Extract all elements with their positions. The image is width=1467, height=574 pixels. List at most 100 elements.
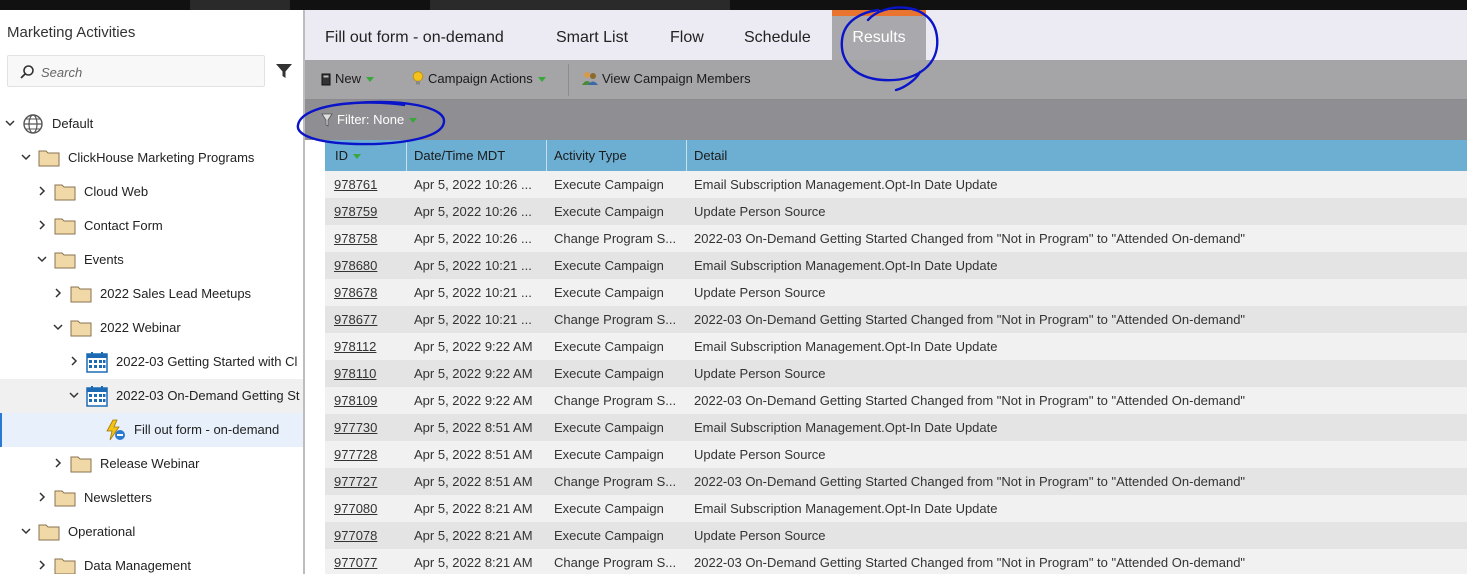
cell-detail: 2022-03 On-Demand Getting Started Change… (694, 312, 1246, 327)
chevron-down-icon[interactable] (20, 525, 32, 537)
tree-item[interactable]: 2022-03 On-Demand Getting St (0, 379, 303, 413)
activity-id-link[interactable]: 978678 (334, 285, 377, 300)
tree-item[interactable]: Data Management (0, 549, 303, 574)
column-header-id[interactable]: ID (335, 148, 361, 163)
view-campaign-members-button[interactable]: View Campaign Members (582, 71, 751, 86)
activity-id-link[interactable]: 977727 (334, 474, 377, 489)
activity-id-link[interactable]: 977730 (334, 420, 377, 435)
table-row[interactable]: 978761 Apr 5, 2022 10:26 ... Execute Campa… (325, 171, 1467, 198)
folder-icon (70, 453, 92, 475)
cell-datetime: Apr 5, 2022 8:51 AM (414, 447, 533, 462)
activity-id-link[interactable]: 978758 (334, 231, 377, 246)
new-button[interactable]: New (321, 71, 375, 86)
view-campaign-members-label: View Campaign Members (602, 71, 751, 86)
people-icon (582, 72, 598, 85)
chevron-down-icon[interactable] (4, 117, 16, 129)
column-header-activity-type[interactable]: Activity Type (554, 148, 627, 163)
activity-id-link[interactable]: 978759 (334, 204, 377, 219)
cell-datetime: Apr 5, 2022 8:51 AM (414, 474, 533, 489)
chevron-down-icon[interactable] (68, 389, 80, 401)
tree-item-label: 2022-03 On-Demand Getting St (116, 388, 300, 403)
chevron-down-icon[interactable] (36, 253, 48, 265)
chevron-down-icon[interactable] (20, 151, 32, 163)
tab-smart-list[interactable]: Smart List (556, 10, 628, 60)
tree-item[interactable]: Default (0, 107, 303, 141)
campaign-actions-button[interactable]: Campaign Actions (412, 71, 546, 86)
tree-item[interactable]: 2022 Webinar (0, 311, 303, 345)
search-input[interactable] (41, 62, 256, 82)
tab-campaign-name[interactable]: Fill out form - on-demand (325, 10, 504, 60)
search-icon (20, 65, 34, 79)
tree-item[interactable]: Events (0, 243, 303, 277)
tree-item-label: 2022 Sales Lead Meetups (100, 286, 252, 301)
activity-id-link[interactable]: 978680 (334, 258, 377, 273)
tree-item-label: Events (84, 252, 124, 267)
tree-item[interactable]: ClickHouse Marketing Programs (0, 141, 303, 175)
table-row[interactable]: 977728 Apr 5, 2022 8:51 AM Execute Campaig… (325, 441, 1467, 468)
tab-schedule[interactable]: Schedule (744, 10, 811, 60)
table-row[interactable]: 977727 Apr 5, 2022 8:51 AM Change Program … (325, 468, 1467, 495)
table-row[interactable]: 978677 Apr 5, 2022 10:21 ... Change Progra… (325, 306, 1467, 333)
cell-activity-type: Execute Campaign (554, 447, 664, 462)
table-row[interactable]: 978112 Apr 5, 2022 9:22 AM Execute Campaig… (325, 333, 1467, 360)
column-divider (546, 140, 547, 171)
tab-results[interactable]: Results (832, 10, 926, 60)
tree-item[interactable]: 2022 Sales Lead Meetups (0, 277, 303, 311)
table-row[interactable]: 978109 Apr 5, 2022 9:22 AM Change Program … (325, 387, 1467, 414)
chevron-right-icon[interactable] (36, 491, 48, 503)
toolbar: New Campaign Actions View Campaign Membe… (305, 60, 1467, 100)
sort-arrow-icon (353, 154, 361, 159)
table-row[interactable]: 977730 Apr 5, 2022 8:51 AM Execute Campaig… (325, 414, 1467, 441)
filter-icon[interactable] (274, 61, 294, 81)
chevron-right-icon[interactable] (52, 287, 64, 299)
tree-item[interactable]: Operational (0, 515, 303, 549)
activity-id-link[interactable]: 977078 (334, 528, 377, 543)
table-row[interactable]: 978680 Apr 5, 2022 10:21 ... Execute Campa… (325, 252, 1467, 279)
filter-dropdown[interactable]: Filter: None (321, 112, 418, 127)
cell-detail: 2022-03 On-Demand Getting Started Change… (694, 555, 1246, 570)
cell-activity-type: Execute Campaign (554, 285, 664, 300)
globe-icon (22, 113, 44, 135)
chevron-down-icon[interactable] (52, 321, 64, 333)
tree-item[interactable]: Fill out form - on-demand (0, 413, 303, 447)
folder-icon (54, 181, 76, 203)
table-row[interactable]: 977077 Apr 5, 2022 8:21 AM Change Program … (325, 549, 1467, 574)
cell-datetime: Apr 5, 2022 10:21 ... (414, 258, 532, 273)
activity-id-link[interactable]: 978677 (334, 312, 377, 327)
tree-item[interactable]: Newsletters (0, 481, 303, 515)
search-box[interactable] (7, 55, 265, 87)
activity-id-link[interactable]: 977728 (334, 447, 377, 462)
activity-id-link[interactable]: 977077 (334, 555, 377, 570)
tree-item[interactable]: Cloud Web (0, 175, 303, 209)
tree-item[interactable]: Contact Form (0, 209, 303, 243)
table-row[interactable]: 977078 Apr 5, 2022 8:21 AM Execute Campaig… (325, 522, 1467, 549)
results-table: ID Date/Time MDT Activity Type Detail 97… (325, 140, 1467, 574)
chevron-right-icon[interactable] (36, 185, 48, 197)
activity-id-link[interactable]: 977080 (334, 501, 377, 516)
table-row[interactable]: 978110 Apr 5, 2022 9:22 AM Execute Campaig… (325, 360, 1467, 387)
activity-id-link[interactable]: 978112 (334, 339, 376, 354)
cell-activity-type: Execute Campaign (554, 204, 664, 219)
tab-flow[interactable]: Flow (670, 10, 704, 60)
chevron-right-icon[interactable] (36, 559, 48, 571)
tab-bar: Fill out form - on-demand Smart List Flo… (305, 10, 1467, 60)
tree-item-label: Default (52, 116, 94, 131)
folder-icon (54, 487, 76, 509)
activity-id-link[interactable]: 978110 (334, 366, 376, 381)
table-row[interactable]: 978758 Apr 5, 2022 10:26 ... Change Progra… (325, 225, 1467, 252)
dropdown-arrow-icon (366, 77, 375, 82)
tree-item[interactable]: 2022-03 Getting Started with Cl (0, 345, 303, 379)
top-bar-segment (190, 0, 290, 10)
chevron-right-icon[interactable] (52, 457, 64, 469)
activity-id-link[interactable]: 978109 (334, 393, 377, 408)
dropdown-arrow-icon (537, 77, 546, 82)
column-header-datetime[interactable]: Date/Time MDT (414, 148, 505, 163)
activity-id-link[interactable]: 978761 (334, 177, 377, 192)
table-row[interactable]: 977080 Apr 5, 2022 8:21 AM Execute Campaig… (325, 495, 1467, 522)
table-row[interactable]: 978759 Apr 5, 2022 10:26 ... Execute Campa… (325, 198, 1467, 225)
tree-item[interactable]: Release Webinar (0, 447, 303, 481)
table-row[interactable]: 978678 Apr 5, 2022 10:21 ... Execute Campa… (325, 279, 1467, 306)
column-header-detail[interactable]: Detail (694, 148, 727, 163)
chevron-right-icon[interactable] (36, 219, 48, 231)
chevron-right-icon[interactable] (68, 355, 80, 367)
